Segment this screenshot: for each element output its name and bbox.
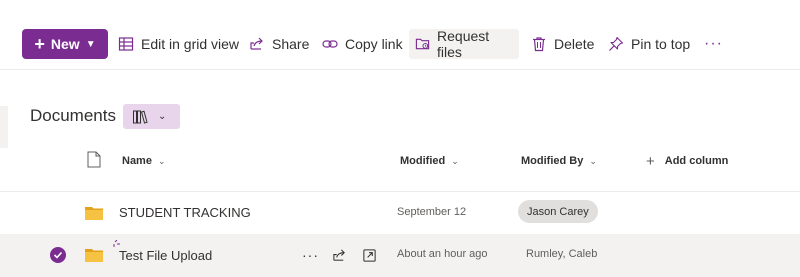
view-switcher-button[interactable]: ⌄ <box>123 104 180 129</box>
folder-icon <box>85 249 103 262</box>
column-modified-by-label: Modified By <box>521 155 584 167</box>
file-name-link[interactable]: STUDENT TRACKING <box>119 205 251 220</box>
request-files-label: Request files <box>437 28 490 60</box>
grid-icon <box>118 37 134 51</box>
plus-icon: + <box>34 33 45 54</box>
new-item-sparkle-icon <box>113 240 120 247</box>
file-name-link[interactable]: Test File Upload <box>119 248 212 263</box>
folder-request-icon <box>415 38 430 50</box>
copy-link-label: Copy link <box>345 36 403 52</box>
chevron-down-icon: ⌄ <box>157 155 166 166</box>
folder-icon <box>85 207 103 220</box>
new-button-label: New <box>50 36 80 52</box>
pin-to-top-label: Pin to top <box>631 36 691 52</box>
library-view-icon <box>133 110 148 124</box>
share-icon <box>250 37 263 50</box>
plus-icon: + <box>646 152 655 170</box>
modified-date: September 12 <box>397 206 467 218</box>
chevron-down-icon: ⌄ <box>158 111 167 122</box>
edit-in-grid-view-button[interactable]: Edit in grid view <box>112 29 245 59</box>
chevron-down-icon: ⌄ <box>451 155 459 166</box>
link-icon <box>322 40 338 48</box>
page-title: Documents <box>30 106 116 125</box>
pin-icon <box>609 36 624 51</box>
table-row[interactable]: STUDENT TRACKING September 12 Jason Care… <box>0 191 800 233</box>
modified-by-persona[interactable]: Rumley, Caleb <box>526 248 597 260</box>
copy-link-button[interactable]: Copy link <box>316 29 409 59</box>
chevron-down-icon: ▼ <box>85 38 96 50</box>
open-in-new-icon[interactable] <box>362 246 377 264</box>
left-rail <box>0 106 8 148</box>
command-bar: + New ▼ Edit in grid view Share Copy lin… <box>0 0 800 70</box>
edit-in-grid-view-label: Edit in grid view <box>141 36 240 52</box>
trash-icon <box>533 37 545 52</box>
file-type-icon[interactable] <box>87 151 101 168</box>
chevron-down-icon: ⌄ <box>589 155 597 166</box>
column-header-modified[interactable]: Modified ⌄ <box>400 152 459 170</box>
pin-to-top-button[interactable]: Pin to top <box>602 29 696 59</box>
share-label: Share <box>272 36 310 52</box>
modified-by-persona[interactable]: Jason Carey <box>518 200 598 223</box>
share-icon[interactable] <box>332 246 347 264</box>
modified-date: About an hour ago <box>397 248 488 260</box>
table-row[interactable]: Test File Upload ··· About an hour ago R… <box>0 234 800 277</box>
new-button[interactable]: + New ▼ <box>22 29 108 59</box>
column-header-name[interactable]: Name ⌄ <box>122 152 166 170</box>
row-selected-checkmark-icon[interactable] <box>50 247 66 263</box>
column-modified-label: Modified <box>400 155 446 167</box>
delete-button[interactable]: Delete <box>525 29 600 59</box>
delete-label: Delete <box>554 36 595 52</box>
column-name-label: Name <box>122 155 152 167</box>
add-column-label: Add column <box>664 155 729 167</box>
column-header-modified-by[interactable]: Modified By ⌄ <box>521 152 597 170</box>
share-button[interactable]: Share <box>243 29 315 59</box>
show-more-actions-icon[interactable]: ··· <box>302 246 319 264</box>
more-options-icon[interactable]: ··· <box>704 29 723 59</box>
add-column-button[interactable]: + Add column <box>646 152 728 170</box>
request-files-button[interactable]: Request files <box>409 28 519 60</box>
